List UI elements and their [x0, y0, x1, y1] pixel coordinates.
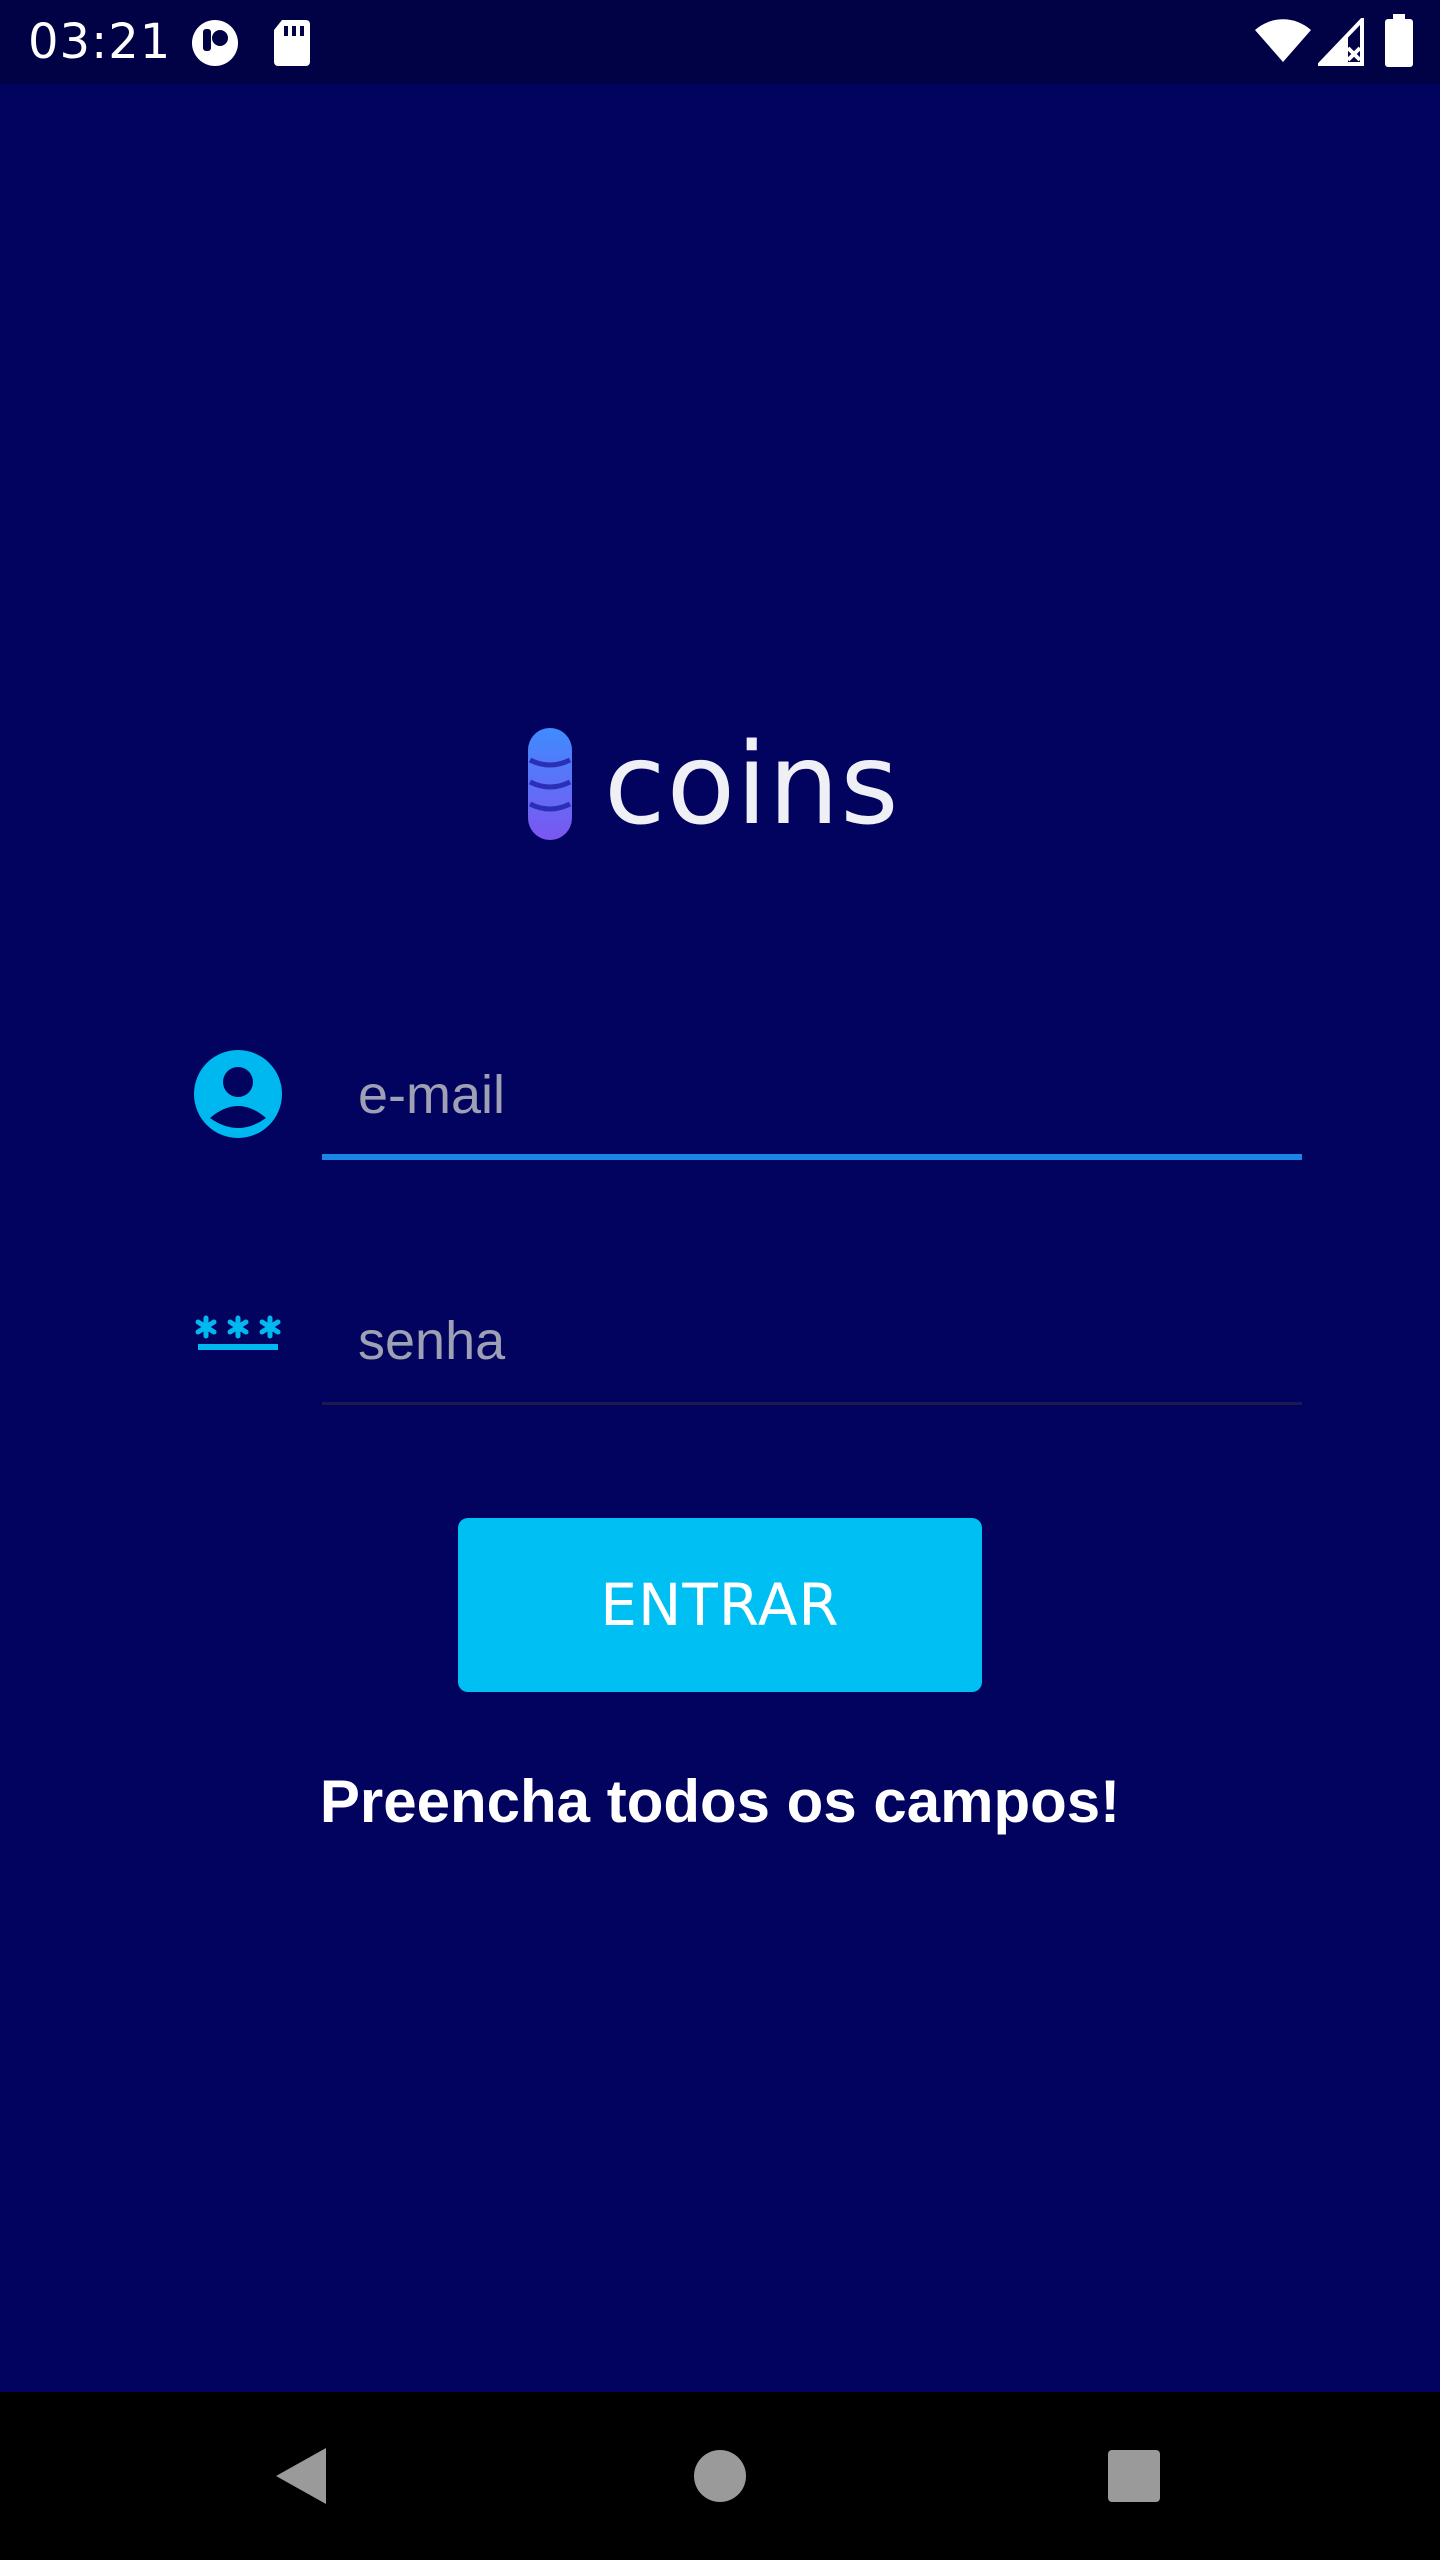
sd-card-icon [272, 18, 312, 71]
password-row [190, 1286, 1305, 1406]
enter-button[interactable]: ENTRAR [458, 1518, 982, 1692]
password-underline [322, 1402, 1302, 1405]
status-time: 03:21 [28, 14, 172, 70]
account-circle-icon [190, 1046, 286, 1142]
email-input[interactable] [322, 1040, 1302, 1150]
back-icon[interactable] [252, 2426, 352, 2526]
status-bar: 03:21 [0, 0, 1440, 84]
email-underline [322, 1154, 1302, 1160]
logo-text: coins [604, 720, 900, 850]
recents-icon[interactable] [1084, 2426, 1184, 2526]
login-screen: 03:21 coins e-mail ENTRAR Preencha todos… [0, 0, 1440, 2560]
home-icon[interactable] [670, 2426, 770, 2526]
battery-icon [1384, 14, 1414, 73]
password-asterisk-icon [190, 1292, 286, 1388]
navigation-bar [0, 2392, 1440, 2560]
app-logo: coins [512, 720, 932, 850]
email-row [190, 1040, 1305, 1160]
password-input[interactable] [322, 1286, 1302, 1396]
validation-message: Preencha todos os campos! [319, 1768, 1121, 1835]
cell-signal-icon [1315, 15, 1364, 71]
wifi-icon [1254, 18, 1312, 69]
app-notification-icon [190, 18, 240, 73]
coin-stack-icon [522, 728, 582, 844]
